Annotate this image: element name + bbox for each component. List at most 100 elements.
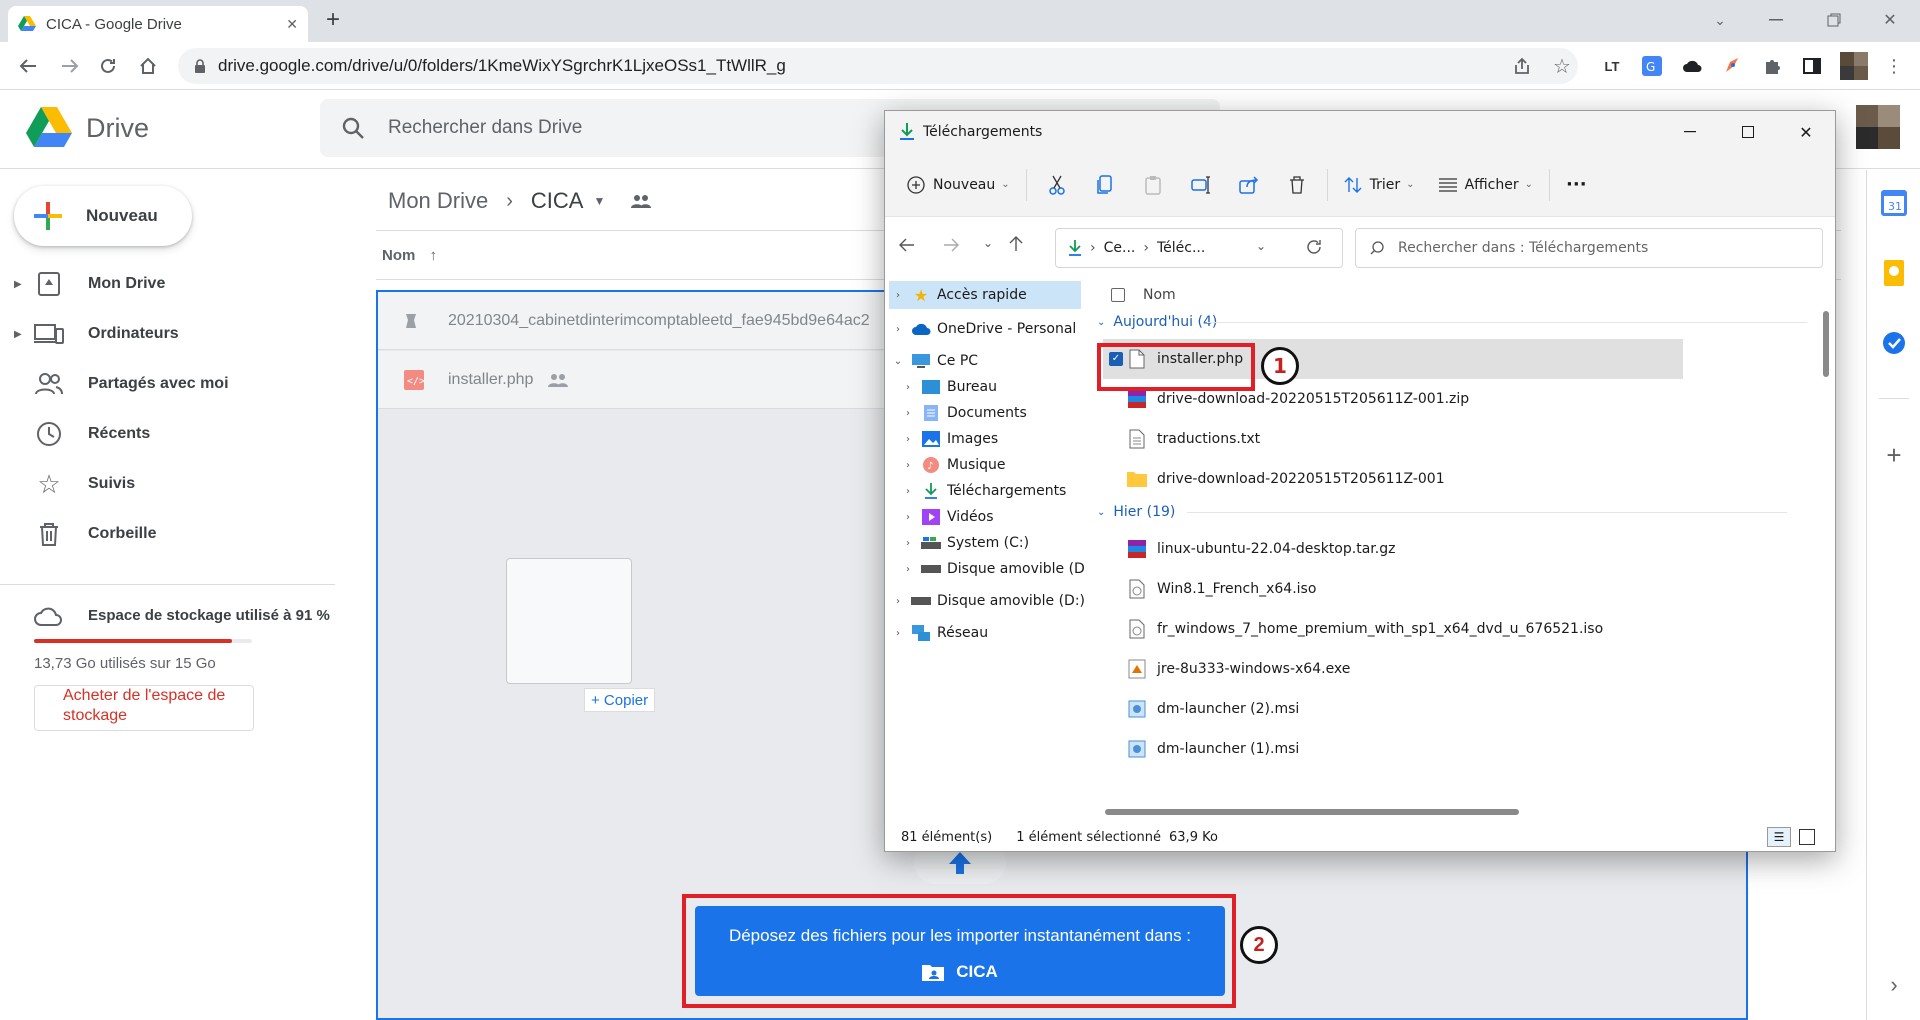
network-icon (911, 624, 931, 642)
back-arrow-icon[interactable] (14, 52, 42, 80)
expand-caret-icon[interactable]: ▶ (14, 279, 22, 290)
tree-item-onedrive[interactable]: › OneDrive - Personal (889, 315, 1076, 343)
explorer-titlebar[interactable]: Téléchargements ✕ (885, 111, 1835, 153)
tree-item-quick-access[interactable]: › ★ Accès rapide (889, 281, 1081, 309)
view-button[interactable]: Afficher ⌄ (1429, 165, 1543, 205)
breadcrumb-current[interactable]: CICA (531, 188, 584, 214)
sidebar-item-computers[interactable]: ▶ Ordinateurs (0, 312, 330, 356)
share-icon[interactable] (1508, 52, 1536, 80)
file-row[interactable]: dm-launcher (2).msi (1103, 689, 1803, 729)
rename-icon[interactable] (1177, 165, 1225, 205)
expand-caret-icon[interactable]: ▶ (14, 329, 22, 340)
explorer-search-input[interactable]: Rechercher dans : Téléchargements (1355, 228, 1823, 268)
copy-icon[interactable] (1081, 165, 1129, 205)
close-window-icon[interactable]: ✕ (1860, 0, 1920, 40)
sidebar-item-recent[interactable]: Récents (0, 412, 330, 456)
tab-search-icon[interactable]: ⌄ (1690, 0, 1750, 40)
file-row[interactable]: linux-ubuntu-22.04-desktop.tar.gz (1103, 529, 1803, 569)
path-dropdown-chevron-icon[interactable]: ⌄ (1256, 239, 1266, 253)
breadcrumb-root[interactable]: Mon Drive (388, 188, 488, 214)
tree-item-videos[interactable]: › Vidéos (899, 503, 994, 531)
share-icon[interactable] (1225, 165, 1273, 205)
more-options-icon[interactable]: ··· (1556, 165, 1597, 205)
drive-app-name[interactable]: Drive (86, 113, 149, 144)
new-tab-button[interactable]: + (326, 6, 340, 34)
horizontal-scrollbar[interactable] (1105, 809, 1519, 815)
details-view-icon[interactable]: ☰ (1767, 827, 1791, 847)
file-row[interactable]: fr_windows_7_home_premium_with_sp1_x64_d… (1103, 609, 1803, 649)
tree-item-network[interactable]: › Réseau (889, 619, 988, 647)
tiles-view-icon[interactable] (1799, 829, 1815, 845)
restore-icon[interactable] (1804, 0, 1864, 40)
group-yesterday[interactable]: ⌄ Hier (19) (1097, 499, 1787, 525)
extension-lt-icon[interactable]: LT (1598, 52, 1626, 80)
sidebar-item-trash[interactable]: Corbeille (0, 512, 330, 556)
path-segment[interactable]: Ce... (1104, 240, 1136, 256)
column-name[interactable]: Nom ↑ (382, 247, 437, 264)
browser-tab[interactable]: CICA - Google Drive ✕ (8, 6, 308, 42)
address-bar[interactable]: drive.google.com/drive/u/0/folders/1KmeW… (178, 48, 1578, 84)
tree-item-this-pc[interactable]: ⌄ Ce PC (889, 347, 978, 375)
address-path[interactable]: › Ce... › Téléc... ⌄ (1055, 228, 1343, 268)
back-arrow-icon[interactable] (899, 238, 915, 252)
tab-close-icon[interactable]: ✕ (286, 16, 298, 33)
tree-item-music[interactable]: › ♪ Musique (899, 451, 1006, 479)
expand-rail-chevron-icon[interactable]: › (1881, 972, 1907, 998)
select-all-checkbox[interactable] (1111, 288, 1125, 302)
extension-cloud-icon[interactable] (1678, 52, 1706, 80)
cut-icon[interactable] (1033, 165, 1081, 205)
add-app-plus-icon[interactable]: + (1881, 442, 1907, 468)
sidebar-item-shared[interactable]: Partagés avec moi (0, 362, 330, 406)
new-button[interactable]: Nouveau (14, 186, 192, 246)
my-drive-icon (34, 269, 64, 299)
caret-down-icon[interactable]: ▼ (593, 194, 605, 208)
account-avatar[interactable] (1856, 105, 1900, 149)
reload-icon[interactable] (94, 52, 122, 80)
tree-item-documents[interactable]: › Documents (899, 399, 1027, 427)
explorer-maximize-icon[interactable] (1719, 111, 1777, 153)
forward-arrow-icon[interactable] (56, 52, 84, 80)
forward-arrow-icon[interactable] (943, 238, 959, 252)
new-item-button[interactable]: Nouveau ⌄ (897, 165, 1020, 205)
minimize-icon[interactable] (1746, 0, 1806, 40)
path-segment[interactable]: Téléc... (1157, 240, 1205, 256)
file-row[interactable]: dm-launcher (1).msi (1103, 729, 1803, 769)
tasks-icon[interactable] (1881, 330, 1907, 356)
refresh-icon[interactable] (1306, 239, 1322, 255)
explorer-close-icon[interactable]: ✕ (1777, 111, 1835, 153)
buy-storage-button[interactable]: Acheter de l'espace de stockage (34, 685, 254, 731)
calendar-icon[interactable]: 31 (1881, 190, 1907, 216)
vertical-scrollbar[interactable] (1823, 301, 1829, 801)
recent-locations-chevron-icon[interactable]: ⌄ (983, 236, 993, 250)
up-arrow-icon[interactable] (1009, 236, 1023, 252)
group-today[interactable]: ⌄ Aujourd'hui (4) (1097, 309, 1807, 335)
sort-button[interactable]: Trier ⌄ (1334, 165, 1425, 205)
chrome-menu-icon[interactable]: ⋮ (1880, 52, 1908, 80)
file-row[interactable]: Win8.1_French_x64.iso (1103, 569, 1803, 609)
file-row[interactable]: jre-8u333-windows-x64.exe (1103, 649, 1803, 689)
file-row[interactable]: drive-download-20220515T205611Z-001 (1103, 459, 1803, 499)
side-panel-icon[interactable] (1798, 52, 1826, 80)
tree-item-downloads[interactable]: › Téléchargements (899, 477, 1066, 505)
sidebar-item-my-drive[interactable]: ▶ Mon Drive (0, 262, 330, 306)
tree-item-removable-d[interactable]: › Disque amovible (D:) (899, 555, 1085, 583)
explorer-minimize-icon[interactable] (1661, 111, 1719, 153)
tree-item-pictures[interactable]: › Images (899, 425, 998, 453)
drive-logo-icon[interactable] (26, 107, 72, 149)
extension-rocket-icon[interactable] (1718, 52, 1746, 80)
bookmark-star-icon[interactable]: ☆ (1548, 52, 1576, 80)
delete-icon[interactable] (1273, 165, 1321, 205)
keep-icon[interactable] (1881, 260, 1907, 286)
file-row[interactable]: traductions.txt (1103, 419, 1803, 459)
extensions-puzzle-icon[interactable] (1758, 52, 1786, 80)
tree-item-system-c[interactable]: › System (C:) (899, 529, 1029, 557)
column-name[interactable]: Nom (1143, 287, 1176, 303)
profile-avatar[interactable] (1840, 52, 1868, 80)
paste-icon[interactable] (1129, 165, 1177, 205)
home-icon[interactable] (134, 52, 162, 80)
search-icon[interactable] (342, 117, 364, 139)
extension-translate-icon[interactable]: G (1638, 52, 1666, 80)
tree-item-desktop[interactable]: › Bureau (899, 373, 997, 401)
tree-item-removable-d-root[interactable]: › Disque amovible (D:) (889, 587, 1085, 615)
sidebar-item-starred[interactable]: ☆ Suivis (0, 462, 330, 506)
